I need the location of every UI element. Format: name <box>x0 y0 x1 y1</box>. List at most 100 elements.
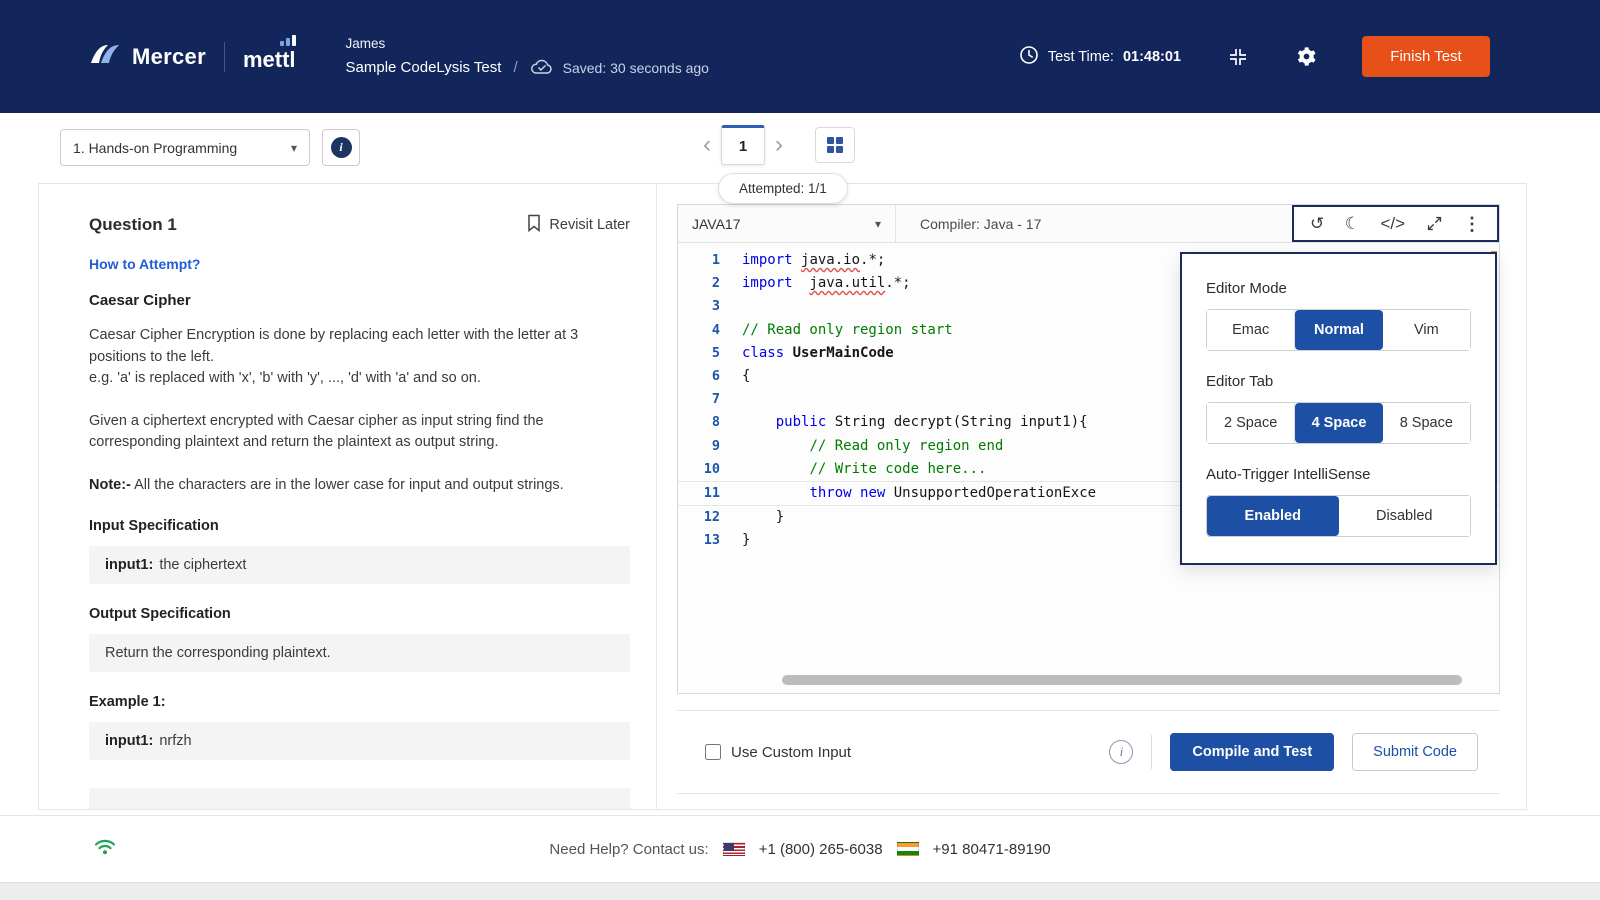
line-number: 7 <box>711 391 720 408</box>
pager-prev-icon[interactable]: ‹ <box>693 126 721 164</box>
question-grid-button[interactable] <box>815 127 855 163</box>
line-number: 6 <box>711 367 720 384</box>
compress-icon[interactable] <box>1227 46 1249 68</box>
chevron-down-icon: ▾ <box>290 140 297 155</box>
breadcrumb-separator: / <box>513 59 518 76</box>
intellisense-disabled[interactable]: Disabled <box>1338 496 1470 536</box>
gear-icon[interactable] <box>1295 45 1318 68</box>
compile-and-test-button[interactable]: Compile and Test <box>1170 733 1335 771</box>
question-note: Note:- All the characters are in the low… <box>89 476 564 493</box>
line-number: 13 <box>703 532 720 549</box>
use-custom-input-checkbox[interactable]: Use Custom Input <box>705 744 851 761</box>
india-flag-icon <box>896 842 919 856</box>
section-toolbar: 1. Hands-on Programming ▾ i ‹ 1 › Attemp… <box>0 113 1600 204</box>
india-phone-number[interactable]: +91 80471-89190 <box>933 841 1051 858</box>
language-dropdown[interactable]: JAVA17 ▾ <box>678 205 896 242</box>
grid-icon <box>827 137 843 153</box>
info-icon: i <box>330 137 352 158</box>
line-number: 9 <box>711 437 720 454</box>
test-time-label: Test Time: <box>1047 48 1114 65</box>
header-actions: Test Time: 01:48:01 Finish Test <box>1019 36 1600 77</box>
bottom-strip <box>0 882 1600 900</box>
output-spec-box: Return the corresponding plaintext. <box>89 634 630 672</box>
network-status-icon <box>92 836 118 860</box>
question-pager: ‹ 1 › <box>693 125 855 165</box>
line-number: 1 <box>711 252 720 268</box>
editor-tab-8space[interactable]: 8 Space <box>1382 403 1470 443</box>
question-paragraph-2: Given a ciphertext encrypted with Caesar… <box>89 412 544 451</box>
editor-action-bar: Use Custom Input i Compile and Test Subm… <box>677 710 1500 794</box>
us-phone-number[interactable]: +1 (800) 265-6038 <box>759 841 883 858</box>
horizontal-scrollbar <box>678 671 1499 693</box>
question-title: Question 1 <box>89 215 177 234</box>
line-number: 8 <box>711 414 720 431</box>
fullscreen-expand-icon[interactable] <box>1426 215 1443 232</box>
saved-status: Saved: 30 seconds ago <box>530 58 709 78</box>
compiler-label: Compiler: Java - 17 <box>920 215 1042 232</box>
line-number: 11 <box>703 484 720 501</box>
submit-code-button[interactable]: Submit Code <box>1352 733 1478 771</box>
line-number: 4 <box>711 321 720 338</box>
example-output-box-partial <box>89 788 630 809</box>
section-dropdown-value: 1. Hands-on Programming <box>73 139 238 156</box>
editor-mode-options: Emac Normal Vim <box>1206 309 1471 351</box>
kebab-menu-icon[interactable]: ⋮ <box>1463 215 1481 233</box>
editor-toolbar-icons: ↺ ☾ </> ⋮ <box>1292 205 1499 242</box>
mercer-logo-icon <box>88 41 122 72</box>
question-heading: Caesar Cipher <box>89 292 191 309</box>
page-1-button[interactable]: 1 <box>721 125 765 165</box>
use-custom-input-label: Use Custom Input <box>731 743 852 761</box>
input-spec-box: input1: the ciphertext <box>89 546 630 584</box>
action-divider <box>1151 735 1153 769</box>
how-to-attempt-link[interactable]: How to Attempt? <box>89 256 200 272</box>
attempted-badge: Attempted: 1/1 <box>718 173 848 204</box>
question-panel: Question 1 Revisit Later How to Attempt?… <box>39 184 657 809</box>
chevron-down-icon: ▾ <box>874 216 881 231</box>
footer: Need Help? Contact us: +1 (800) 265-6038… <box>0 815 1600 882</box>
editor-mode-normal[interactable]: Normal <box>1295 310 1383 350</box>
line-number: 5 <box>711 344 720 361</box>
mercer-logo-text: Mercer <box>132 43 206 69</box>
mettl-logo: mettl <box>242 34 296 73</box>
input-spec-label: Input Specification <box>89 518 219 534</box>
line-number: 2 <box>711 275 720 292</box>
section-info-button[interactable]: i <box>322 129 360 166</box>
editor-mode-emac[interactable]: Emac <box>1207 310 1296 350</box>
pager-next-icon[interactable]: › <box>765 126 793 164</box>
editor-settings-popup: Editor Mode Emac Normal Vim Editor Tab 2… <box>1180 252 1497 565</box>
line-number: 3 <box>711 298 720 315</box>
brand-logos: Mercer mettl <box>0 34 296 73</box>
revisit-later-label: Revisit Later <box>549 217 630 233</box>
user-name: James <box>345 35 386 51</box>
finish-test-button[interactable]: Finish Test <box>1362 36 1490 77</box>
custom-input-checkbox[interactable] <box>705 744 721 760</box>
compile-info-icon[interactable]: i <box>1109 740 1134 764</box>
editor-tab-2space[interactable]: 2 Space <box>1207 403 1296 443</box>
test-time-value: 01:48:01 <box>1122 48 1181 65</box>
line-number: 12 <box>703 509 720 526</box>
revisit-later-button[interactable]: Revisit Later <box>527 214 630 236</box>
test-timer: Test Time: 01:48:01 <box>1019 45 1181 69</box>
code-format-icon[interactable]: </> <box>1380 215 1405 232</box>
output-spec-label: Output Specification <box>89 606 231 622</box>
brand-divider <box>223 41 225 72</box>
editor-tab-4space[interactable]: 4 Space <box>1295 403 1383 443</box>
editor-mode-vim[interactable]: Vim <box>1382 310 1470 350</box>
example-label: Example 1: <box>89 694 166 710</box>
horizontal-scrollbar-thumb[interactable] <box>782 675 1462 685</box>
mettl-logo-text: mettl <box>242 46 296 72</box>
cloud-check-icon <box>530 58 554 78</box>
editor-tab-options: 2 Space 4 Space 8 Space <box>1206 402 1471 444</box>
section-dropdown[interactable]: 1. Hands-on Programming ▾ <box>60 129 310 166</box>
editor-tab-label: Editor Tab <box>1206 373 1274 390</box>
intellisense-options: Enabled Disabled <box>1206 495 1471 537</box>
bookmark-icon <box>527 214 541 236</box>
test-name: Sample CodeLysis Test <box>345 59 502 76</box>
example-input-box: input1: nrfzh <box>89 722 630 760</box>
clock-icon <box>1019 45 1039 69</box>
intellisense-enabled[interactable]: Enabled <box>1207 496 1339 536</box>
dark-mode-moon-icon[interactable]: ☾ <box>1345 215 1360 232</box>
history-icon[interactable]: ↺ <box>1310 215 1324 232</box>
question-paragraph-1: Caesar Cipher Encryption is done by repl… <box>89 327 579 386</box>
line-number: 10 <box>703 460 720 477</box>
